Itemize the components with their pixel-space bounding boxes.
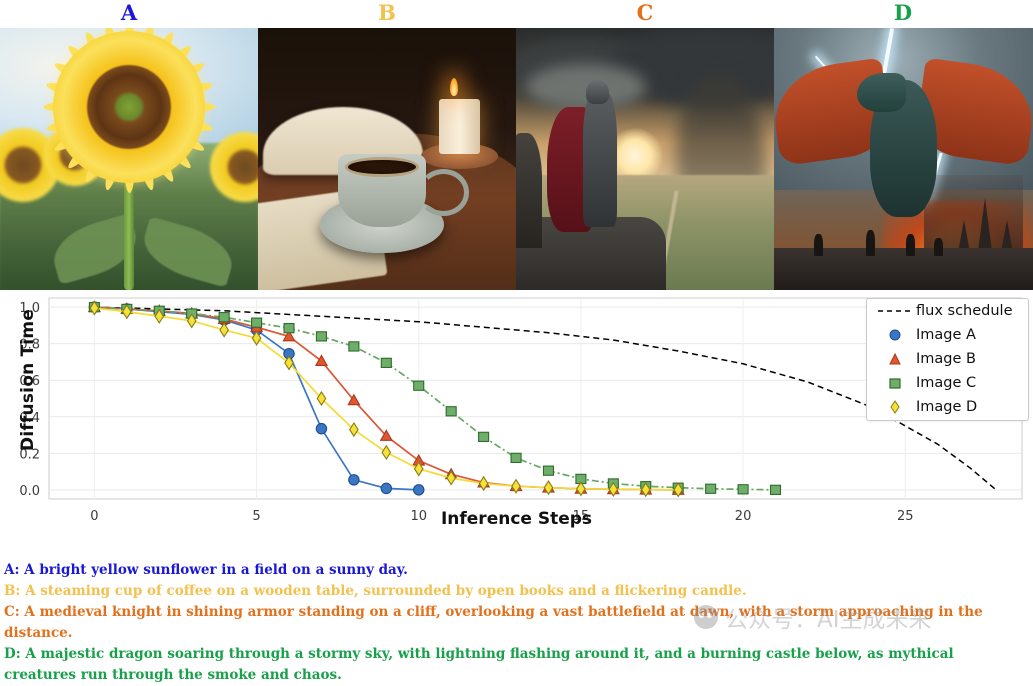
dashed-line-icon xyxy=(874,306,916,316)
dragon-head xyxy=(856,72,907,112)
legend-item-image-d[interactable]: Image D xyxy=(867,395,1028,419)
candle xyxy=(438,98,480,154)
dragon-storm-image xyxy=(774,28,1033,290)
caption-block: A: A bright yellow sunflower in a field … xyxy=(0,560,1033,686)
mythical-creature xyxy=(906,233,915,256)
legend-label: Image D xyxy=(916,399,978,415)
mythical-creature xyxy=(814,233,823,256)
triangle-marker-icon xyxy=(874,351,916,367)
legend-item-image-b[interactable]: Image B xyxy=(867,347,1028,371)
coffee-books-candle-image xyxy=(258,28,516,290)
y-axis-label: Diffusion Time xyxy=(18,309,38,451)
cliff-rock xyxy=(516,132,542,249)
mythical-creature xyxy=(934,237,943,256)
panel-letter-c: C xyxy=(636,0,654,25)
legend-label: Image B xyxy=(916,351,976,367)
knight-body xyxy=(583,90,617,228)
figure-root: A B C D 0.0 0.2 0.4 0.6 0.8 1.0 0 5 10 1… xyxy=(0,0,1033,683)
panel-letter-b: B xyxy=(378,0,396,25)
legend-label: flux schedule xyxy=(916,303,1013,319)
legend-item-flux[interactable]: flux schedule xyxy=(867,299,1028,323)
panel-letter-d: D xyxy=(893,0,913,25)
panel-letter-a: A xyxy=(120,0,138,25)
sunflower-field-image xyxy=(0,28,258,290)
legend-item-image-c[interactable]: Image C xyxy=(867,371,1028,395)
caption-a: A: A bright yellow sunflower in a field … xyxy=(4,562,408,578)
square-marker-icon xyxy=(874,375,916,391)
mythical-creature xyxy=(866,229,875,256)
knight-cliff-image xyxy=(516,28,774,290)
circle-marker-icon xyxy=(874,327,916,343)
svg-text:0.0: 0.0 xyxy=(19,484,40,499)
coffee-cup xyxy=(337,153,426,228)
legend-item-image-a[interactable]: Image A xyxy=(867,323,1028,347)
caption-c: C: A medieval knight in shining armor st… xyxy=(4,604,988,641)
flame xyxy=(450,77,459,96)
ground xyxy=(774,248,1033,290)
caption-d: D: A majestic dragon soaring through a s… xyxy=(4,646,959,683)
x-axis-label: Inference Steps xyxy=(440,509,593,529)
caption-b: B: A steaming cup of coffee on a wooden … xyxy=(4,583,747,599)
knight-helmet xyxy=(585,80,609,104)
sunflower-disc xyxy=(53,30,205,183)
legend-label: Image A xyxy=(916,327,976,343)
diamond-marker-icon xyxy=(874,399,916,415)
legend-label: Image C xyxy=(916,375,977,391)
panel-letter-row: A B C D xyxy=(0,0,1033,28)
image-strip xyxy=(0,28,1033,290)
chart-legend[interactable]: flux schedule Image A Image B Image C Im… xyxy=(866,298,1029,421)
